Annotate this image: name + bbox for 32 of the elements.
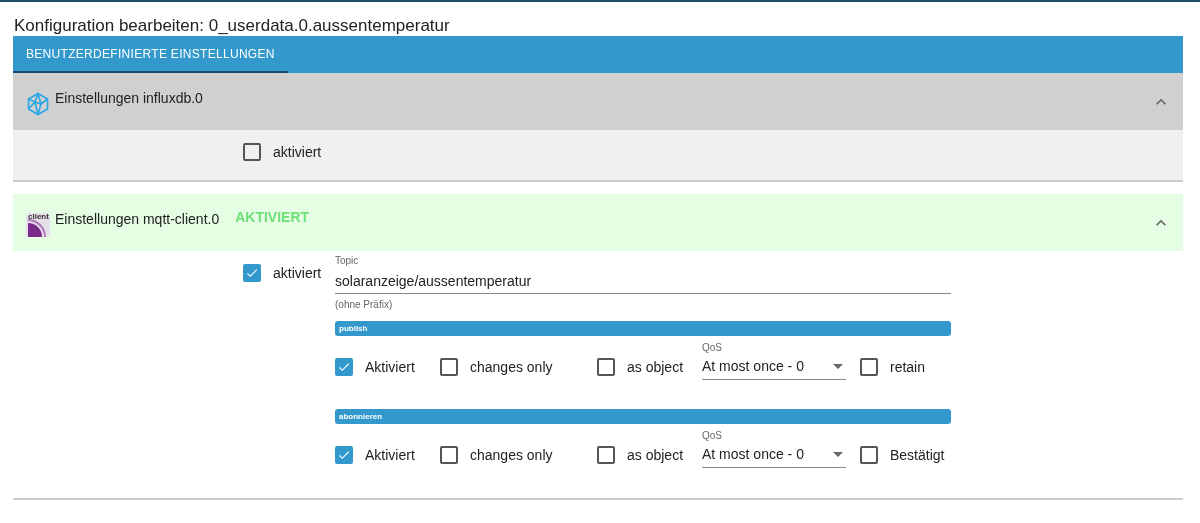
checkbox[interactable]: Bestätigt xyxy=(860,446,945,464)
dialog-title: Konfiguration bearbeiten: 0_userdata.0.aussentemperatur xyxy=(13,15,451,36)
checkbox[interactable]: Aktiviert xyxy=(335,446,415,464)
panel-title: Einstellungen influxdb.0 xyxy=(55,90,203,106)
field-label: QoS xyxy=(702,430,723,441)
caret-icon xyxy=(833,363,843,369)
field-label: QoS xyxy=(702,342,723,353)
topic-field[interactable]: solaranzeige/aussentemperatur xyxy=(335,268,951,294)
checkbox[interactable]: retain xyxy=(860,358,926,376)
checkbox[interactable]: changes only xyxy=(440,446,553,464)
panel-title: Einstellungen mqtt-client.0 xyxy=(55,211,220,227)
section-header: publish xyxy=(335,321,951,336)
polyhedron-icon xyxy=(26,91,50,116)
checkmark-icon xyxy=(337,360,351,374)
enabled-checkbox[interactable]: aktiviert xyxy=(243,143,322,161)
checkmark-icon xyxy=(245,266,259,280)
checkmark-icon xyxy=(337,448,351,462)
panel-header[interactable]: client Einstellungen mqtt-client.0 AKTIVIERT xyxy=(13,194,1183,251)
checkbox[interactable]: as object xyxy=(597,358,684,376)
checkbox[interactable]: Aktiviert xyxy=(335,358,415,376)
checkbox[interactable]: as object xyxy=(597,446,684,464)
status-label: AKTIVIERT xyxy=(235,209,310,225)
caret-icon xyxy=(833,451,843,457)
panel-header[interactable]: Einstellungen influxdb.0 xyxy=(13,73,1183,130)
qos-dropdown[interactable]: At most once - 0 xyxy=(702,441,846,468)
client-logo-icon: client xyxy=(26,212,50,237)
enabled-checkbox[interactable]: aktiviert xyxy=(243,264,322,282)
helper-text: (ohne Präfix) xyxy=(335,299,394,310)
checkbox[interactable]: changes only xyxy=(440,358,553,376)
qos-dropdown[interactable]: At most once - 0 xyxy=(702,353,846,380)
section-header: abonnieren xyxy=(335,409,951,424)
field-label: Topic xyxy=(335,255,360,266)
